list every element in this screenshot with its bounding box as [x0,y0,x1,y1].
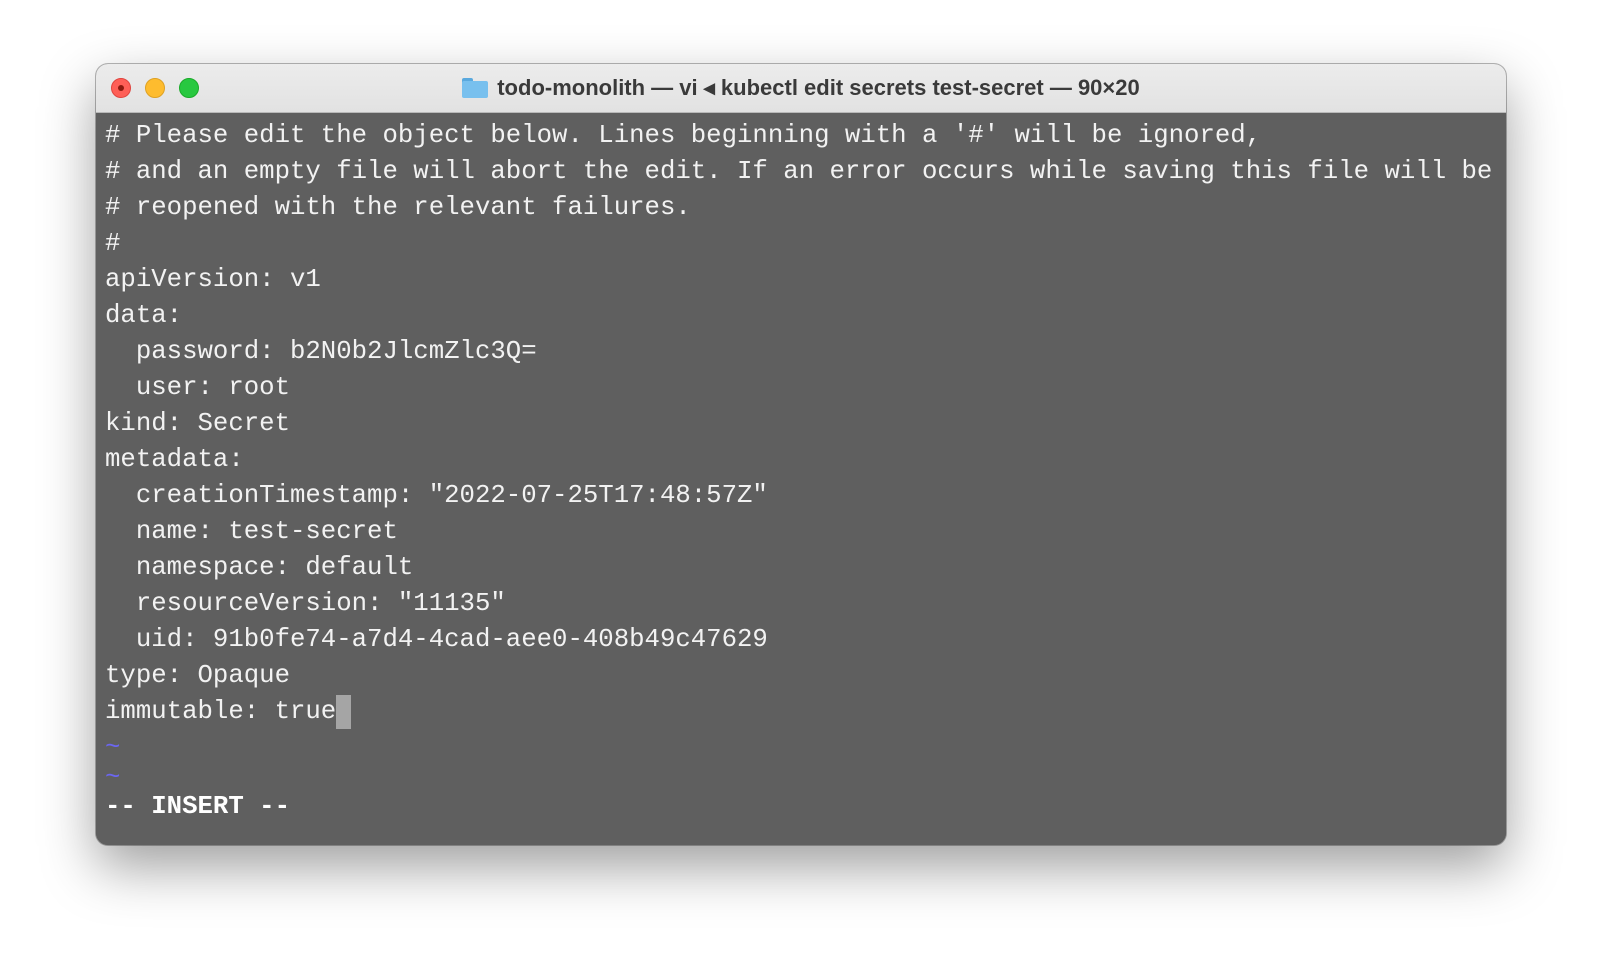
editor-line: apiVersion: v1 [105,265,321,294]
editor-line: # and an empty file will abort the edit.… [105,157,1493,186]
editor-line: password: b2N0b2JlcmZlc3Q= [105,337,537,366]
editor-line: # Please edit the object below. Lines be… [105,121,1262,150]
editor-line: creationTimestamp: "2022-07-25T17:48:57Z… [105,481,768,510]
editor-line: kind: Secret [105,409,290,438]
window-title-text: todo-monolith — vi ◂ kubectl edit secret… [497,75,1140,100]
editor-line: # [105,229,121,258]
editor-line: resourceVersion: "11135" [105,589,506,618]
editor-line: type: Opaque [105,661,290,690]
editor-line: # reopened with the relevant failures. [105,193,691,222]
editor-line: name: test-secret [105,517,398,546]
terminal-window: todo-monolith — vi ◂ kubectl edit secret… [96,64,1506,845]
editor-line: data: [105,301,183,330]
editor-line: user: root [105,373,290,402]
terminal-content[interactable]: # Please edit the object below. Lines be… [96,113,1506,845]
editor-line: namespace: default [105,553,414,582]
insert-mode-indicator: -- INSERT -- [105,792,290,821]
current-line-text: immutable: true [105,697,337,726]
folder-icon [462,78,489,98]
editor-line: uid: 91b0fe74-a7d4-4cad-aee0-408b49c4762… [105,625,768,654]
text-cursor [336,695,352,729]
editor-line-current: immutable: true [105,694,352,730]
window-title: todo-monolith — vi ◂ kubectl edit secret… [96,64,1506,112]
editor-line: metadata: [105,445,244,474]
title-bar[interactable]: todo-monolith — vi ◂ kubectl edit secret… [96,64,1506,113]
